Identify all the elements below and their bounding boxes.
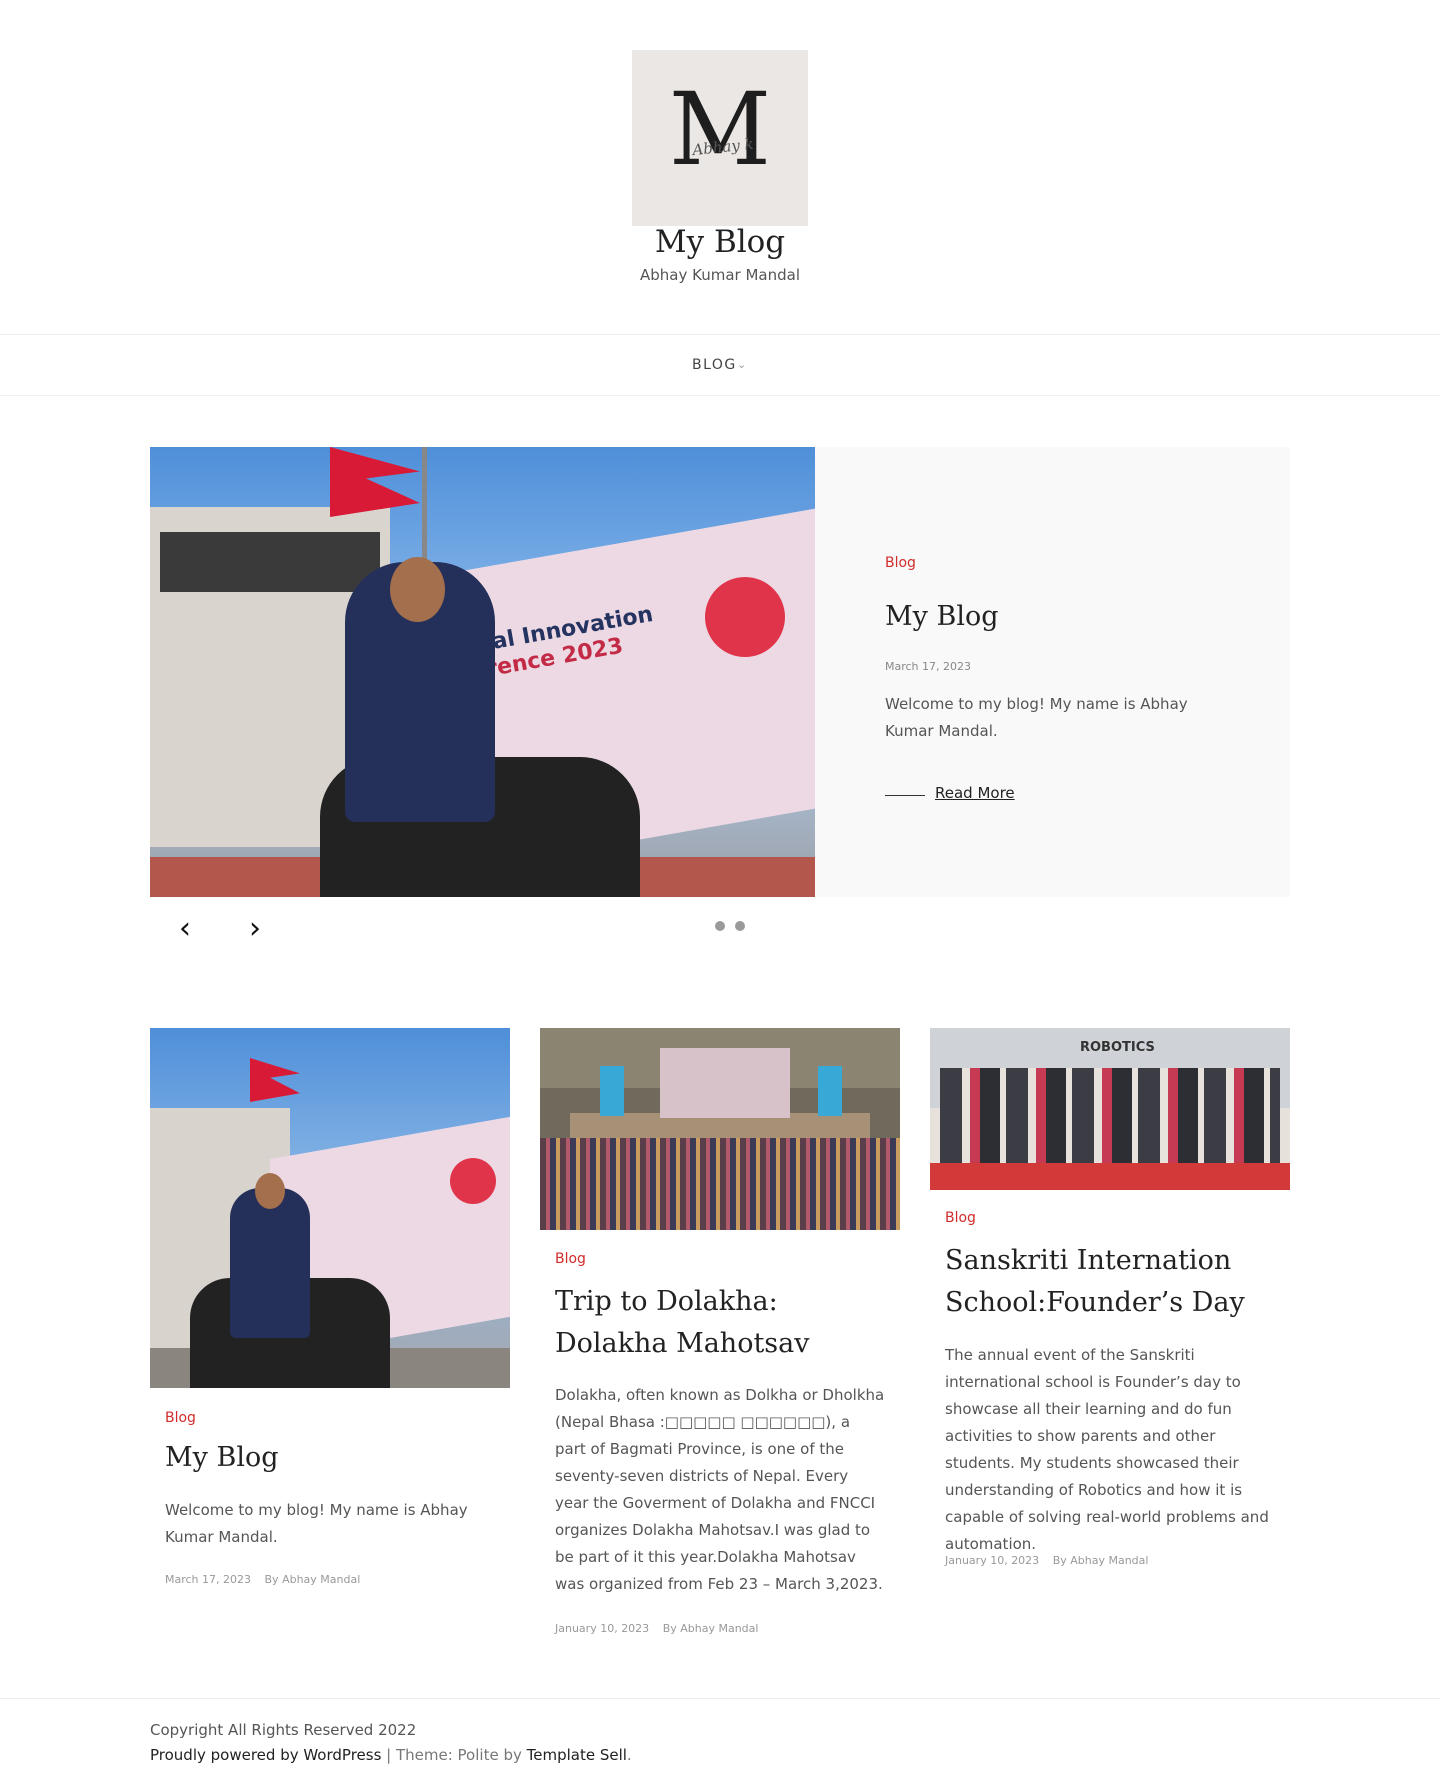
post-title[interactable]: Trip to Dolakha: Dolakha Mahotsav	[555, 1281, 885, 1365]
post-author[interactable]: By Abhay Mandal	[1053, 1554, 1149, 1567]
post-excerpt: The annual event of the Sanskriti intern…	[945, 1346, 1269, 1553]
building-windows	[160, 532, 380, 592]
person-head	[255, 1173, 285, 1209]
nepal-flag	[250, 1058, 300, 1102]
chevron-right-icon[interactable]: ›	[240, 911, 270, 947]
red-carpet	[930, 1163, 1290, 1190]
powered-by: Proudly powered by WordPress | Theme: Po…	[150, 1746, 632, 1764]
nav-item-blog[interactable]: BLOG	[692, 357, 737, 373]
people-group	[940, 1068, 1280, 1168]
post-title[interactable]: My Blog	[165, 1437, 495, 1479]
slider-image[interactable]: First National Innovation Conference 202…	[150, 447, 815, 897]
footer-period: .	[626, 1746, 632, 1764]
person-head	[390, 557, 445, 622]
logo-letter: M	[668, 71, 772, 188]
post-thumbnail[interactable]	[150, 1028, 510, 1388]
site-title[interactable]: My Blog	[0, 224, 1440, 260]
main-navigation: BLOG ⌄	[0, 336, 1440, 396]
slider-date[interactable]: March 17, 2023	[885, 660, 971, 673]
speaker-left	[600, 1066, 624, 1116]
template-sell-link[interactable]: Template Sell	[527, 1746, 627, 1764]
read-more-line	[885, 795, 925, 796]
post-title[interactable]: Sanskriti Internation School:Founder’s D…	[945, 1240, 1275, 1324]
post-excerpt: Dolakha, often known as Dolkha or Dholkh…	[555, 1386, 885, 1593]
post-meta: March 17, 2023 By Abhay Mandal	[165, 1573, 370, 1586]
robotics-sign: ROBOTICS	[1080, 1040, 1155, 1055]
person	[230, 1188, 310, 1338]
lightbulb-graphic	[450, 1158, 496, 1204]
post-category[interactable]: Blog	[555, 1251, 586, 1267]
post-excerpt: Welcome to my blog! My name is Abhay Kum…	[165, 1501, 468, 1546]
slider-dot-1[interactable]	[715, 921, 725, 931]
post-author[interactable]: By Abhay Mandal	[663, 1622, 759, 1635]
site-tagline: Abhay Kumar Mandal	[640, 266, 800, 284]
post-author[interactable]: By Abhay Mandal	[265, 1573, 361, 1586]
chevron-left-icon[interactable]: ‹	[170, 911, 200, 947]
stage	[660, 1048, 790, 1118]
copyright-text: Copyright All Rights Reserved 2022	[150, 1721, 417, 1739]
post-category[interactable]: Blog	[945, 1210, 976, 1226]
read-more-link[interactable]: Read More	[935, 784, 1015, 802]
site-footer: Copyright All Rights Reserved 2022 Proud…	[0, 1698, 1440, 1772]
nepal-flag	[330, 447, 420, 517]
post-meta: January 10, 2023 By Abhay Mandal	[555, 1622, 768, 1635]
post-meta: January 10, 2023 By Abhay Mandal	[945, 1554, 1158, 1567]
slider-title[interactable]: My Blog	[885, 601, 999, 632]
site-logo[interactable]: M Abhay k	[632, 50, 808, 226]
post-thumbnail[interactable]	[540, 1028, 900, 1230]
post-date[interactable]: March 17, 2023	[165, 1573, 251, 1586]
wordpress-link[interactable]: Proudly powered by WordPress	[150, 1746, 381, 1764]
theme-text: | Theme: Polite by	[381, 1746, 527, 1764]
slider-dot-2[interactable]	[735, 921, 745, 931]
crowd	[540, 1138, 900, 1230]
chevron-down-icon[interactable]: ⌄	[737, 358, 746, 371]
site-header: M Abhay k My Blog Abhay Kumar Mandal	[0, 0, 1440, 335]
slider-content-panel: Blog My Blog March 17, 2023 Welcome to m…	[815, 447, 1290, 897]
post-thumbnail[interactable]: ROBOTICS	[930, 1028, 1290, 1190]
post-category[interactable]: Blog	[165, 1410, 196, 1426]
speaker-right	[818, 1066, 842, 1116]
post-date[interactable]: January 10, 2023	[555, 1622, 649, 1635]
post-date[interactable]: January 10, 2023	[945, 1554, 1039, 1567]
slider-category[interactable]: Blog	[885, 555, 916, 571]
lightbulb-graphic	[705, 577, 785, 657]
slider-excerpt: Welcome to my blog! My name is Abhay Kum…	[885, 695, 1188, 740]
